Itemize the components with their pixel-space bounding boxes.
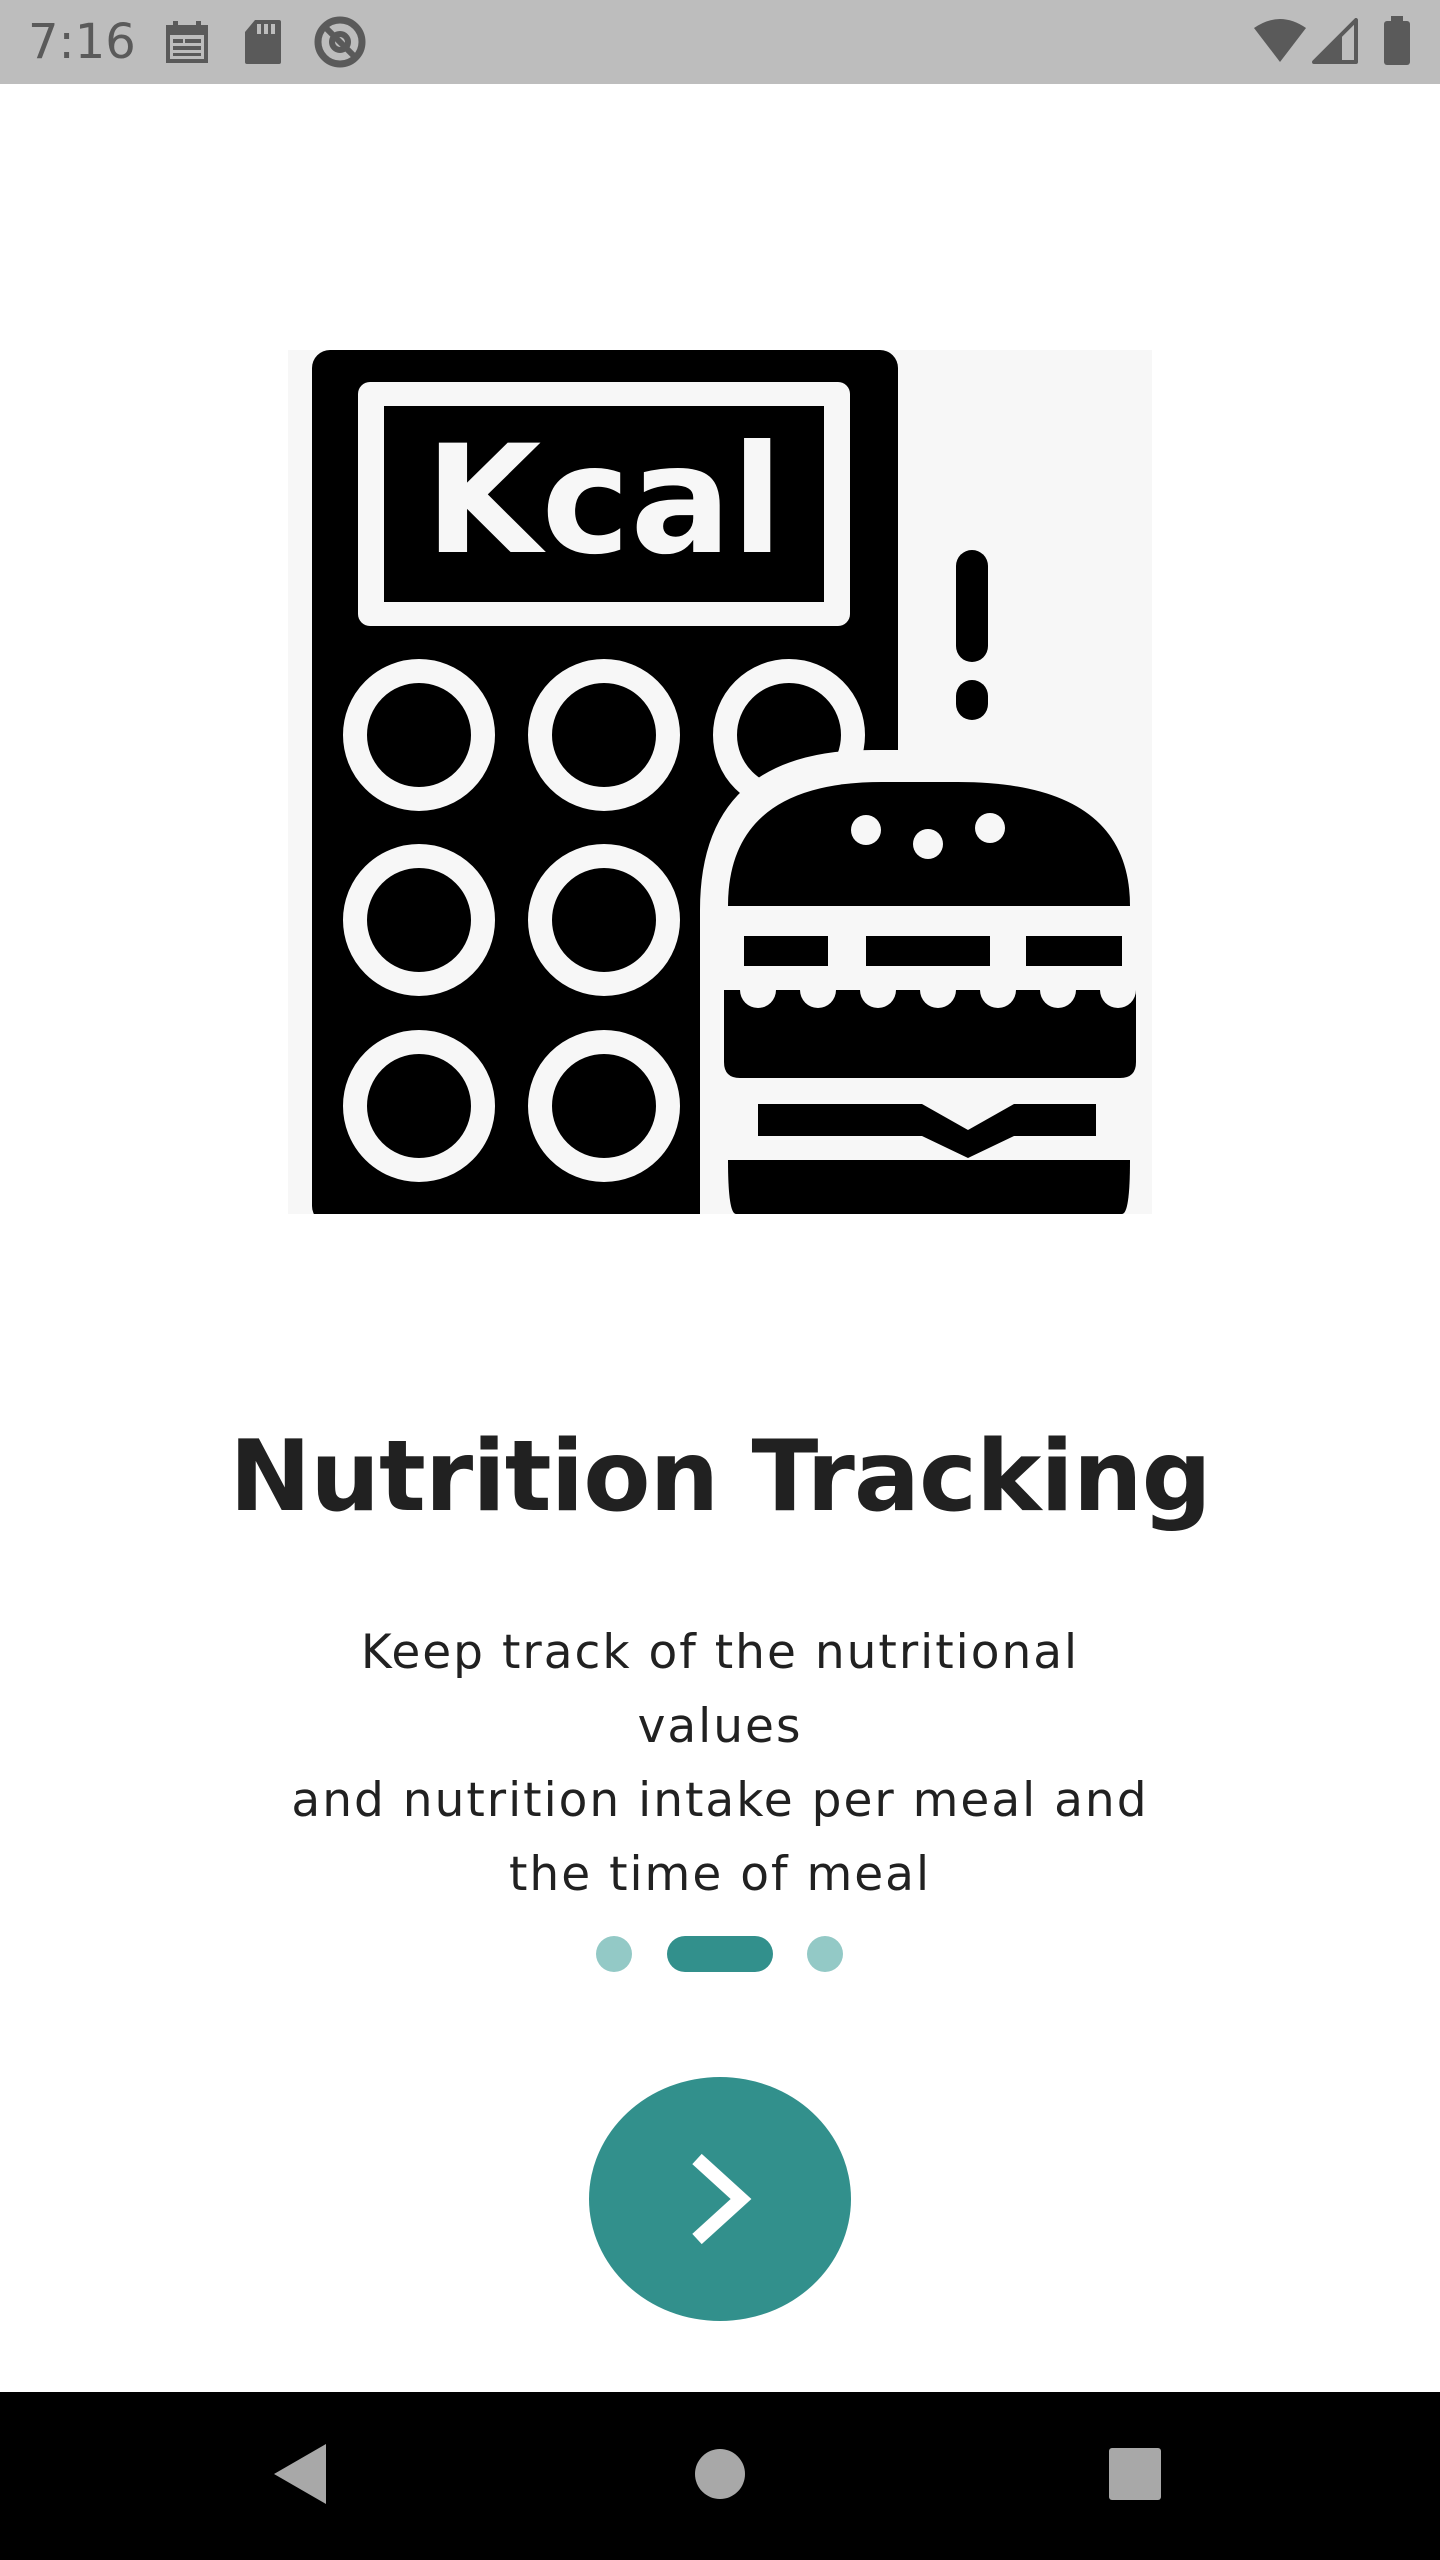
kcal-label: Kcal: [425, 414, 783, 588]
description-line: Keep track of the nutritional values: [360, 1625, 1080, 1754]
navigation-bar: [0, 2392, 1440, 2560]
calendar-icon: [166, 21, 208, 63]
battery-icon: [1384, 16, 1410, 65]
description-line: and nutrition intake per meal and: [291, 1773, 1149, 1828]
page-dot-2-active[interactable]: [667, 1936, 773, 1972]
home-icon[interactable]: [694, 2448, 746, 2500]
wifi-icon: [1254, 19, 1306, 62]
back-icon[interactable]: [272, 2442, 328, 2506]
chevron-right-icon: [692, 2153, 752, 2245]
nutrition-illustration: Kcal: [288, 350, 1152, 1224]
status-bar: 7:16: [0, 0, 1440, 84]
status-time: 7:16: [28, 14, 136, 70]
page-dot-3[interactable]: [807, 1936, 843, 1972]
at-sign-icon: [314, 16, 366, 68]
recents-icon[interactable]: [1109, 2448, 1161, 2500]
onboarding-title: Nutrition Tracking: [229, 1420, 1212, 1534]
calorie-calculator-burger-icon: Kcal: [288, 350, 1152, 1224]
onboarding-description: Keep track of the nutritional values and…: [270, 1616, 1170, 1912]
description-line: the time of meal: [509, 1847, 931, 1902]
page-dot-1[interactable]: [596, 1936, 632, 1972]
sd-card-icon: [245, 20, 281, 64]
next-button[interactable]: [589, 2077, 851, 2321]
cell-signal-icon: [1312, 18, 1358, 64]
